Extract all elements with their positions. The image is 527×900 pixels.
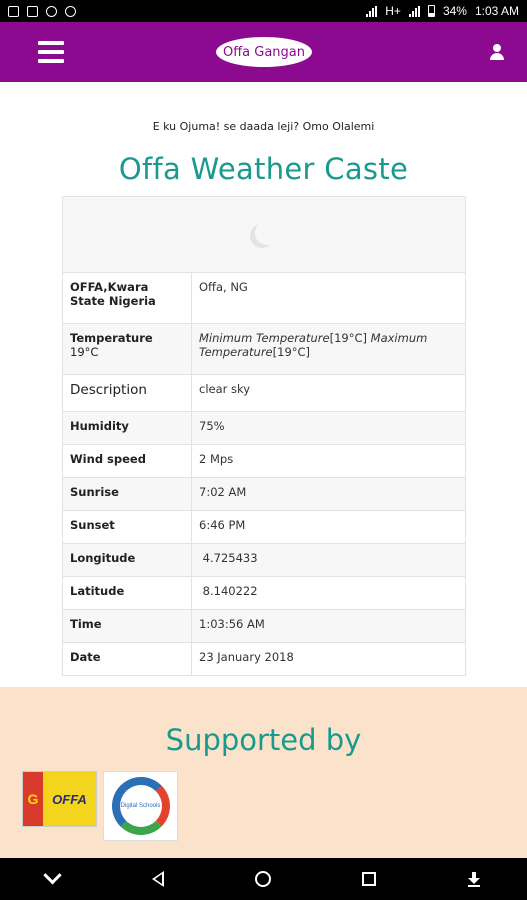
- humidity-value: 75%: [191, 411, 466, 445]
- wind-speed-value: 2 Mps: [191, 444, 466, 478]
- temperature-value: 19°C: [70, 345, 99, 359]
- sunset-label: Sunset: [62, 510, 192, 544]
- humidity-label: Humidity: [62, 411, 192, 445]
- table-row: Wind speed 2 Mps: [62, 444, 466, 478]
- sponsor-logo-digital-schools[interactable]: Digital Schools: [103, 771, 178, 841]
- table-row: Time 1:03:56 AM: [62, 609, 466, 643]
- description-label: Description: [62, 374, 192, 412]
- app-bar: Offa Gangan: [0, 22, 527, 82]
- description-value: clear sky: [191, 374, 466, 412]
- sponsor-logo-offa[interactable]: G OFFA: [22, 771, 97, 827]
- status-notifications: [8, 5, 76, 17]
- sponsor-badge-icon: G: [23, 772, 43, 826]
- app-logo[interactable]: Offa Gangan: [216, 37, 312, 67]
- network-type: H+: [385, 4, 401, 18]
- sponsor2-text: Digital Schools: [120, 803, 161, 809]
- sponsor1-text: OFFA: [43, 772, 96, 826]
- sunset-value: 6:46 PM: [191, 510, 466, 544]
- download-icon[interactable]: [459, 864, 489, 894]
- hamburger-menu-icon[interactable]: [38, 41, 64, 63]
- table-row: Humidity 75%: [62, 411, 466, 445]
- sim-notification-icon: [27, 5, 38, 17]
- back-icon[interactable]: [143, 864, 173, 894]
- max-temp-value: [19°C]: [272, 345, 311, 359]
- home-icon[interactable]: [248, 864, 278, 894]
- temperature-label: Temperature: [70, 331, 153, 345]
- table-row: Sunrise 7:02 AM: [62, 477, 466, 511]
- gamepad-notification-icon: [46, 5, 57, 17]
- status-bar: H+ 34% 1:03 AM: [0, 0, 527, 22]
- longitude-value: 4.725433: [191, 543, 466, 577]
- time-label: Time: [62, 609, 192, 643]
- sunrise-value: 7:02 AM: [191, 477, 466, 511]
- longitude-label: Longitude: [62, 543, 192, 577]
- table-row: Temperature 19°C Minimum Temperature[19°…: [62, 323, 466, 375]
- table-row: Date 23 January 2018: [62, 642, 466, 676]
- wind-speed-label: Wind speed: [62, 444, 192, 478]
- sunrise-label: Sunrise: [62, 477, 192, 511]
- min-temp-value: [19°C]: [329, 331, 367, 345]
- battery-percent: 34%: [442, 4, 467, 18]
- signal-2-icon: [408, 5, 420, 17]
- min-temp-label: Minimum Temperature: [199, 331, 330, 345]
- status-system: H+ 34% 1:03 AM: [366, 4, 519, 18]
- date-value: 23 January 2018: [191, 642, 466, 676]
- latitude-label: Latitude: [62, 576, 192, 610]
- chevron-down-icon[interactable]: [38, 864, 68, 894]
- system-nav-bar: [0, 858, 527, 900]
- user-icon[interactable]: [489, 44, 505, 60]
- table-row: Sunset 6:46 PM: [62, 510, 466, 544]
- recents-icon[interactable]: [354, 864, 384, 894]
- support-section: Supported by G OFFA Digital Schools: [0, 687, 527, 858]
- main-content: E ku Ojuma! se daada leji? Omo Olalemi O…: [0, 82, 527, 687]
- table-row: Description clear sky: [62, 374, 466, 412]
- greeting-text: E ku Ojuma! se daada leji? Omo Olalemi: [152, 120, 375, 133]
- table-row: Latitude 8.140222: [62, 576, 466, 610]
- date-label: Date: [62, 642, 192, 676]
- support-title: Supported by: [165, 723, 362, 757]
- time-value: 1:03:56 AM: [191, 609, 466, 643]
- table-row: OFFA,Kwara State Nigeria Offa, NG: [62, 272, 466, 324]
- page-title: Offa Weather Caste: [118, 152, 409, 186]
- location-label: OFFA,Kwara State Nigeria: [62, 272, 192, 324]
- digital-schools-ring-icon: Digital Schools: [111, 777, 170, 835]
- weather-icon-row: [62, 196, 466, 273]
- gallery-notification-icon: [8, 5, 19, 17]
- battery-icon: [427, 5, 435, 17]
- clock: 1:03 AM: [474, 4, 519, 18]
- signal-icon: [366, 5, 378, 17]
- night-moon-icon: [255, 221, 279, 245]
- power-notification-icon: [65, 5, 76, 17]
- location-value: Offa, NG: [191, 272, 466, 324]
- latitude-value: 8.140222: [191, 576, 466, 610]
- table-row: Longitude 4.725433: [62, 543, 466, 577]
- weather-table: OFFA,Kwara State Nigeria Offa, NG Temper…: [62, 196, 466, 676]
